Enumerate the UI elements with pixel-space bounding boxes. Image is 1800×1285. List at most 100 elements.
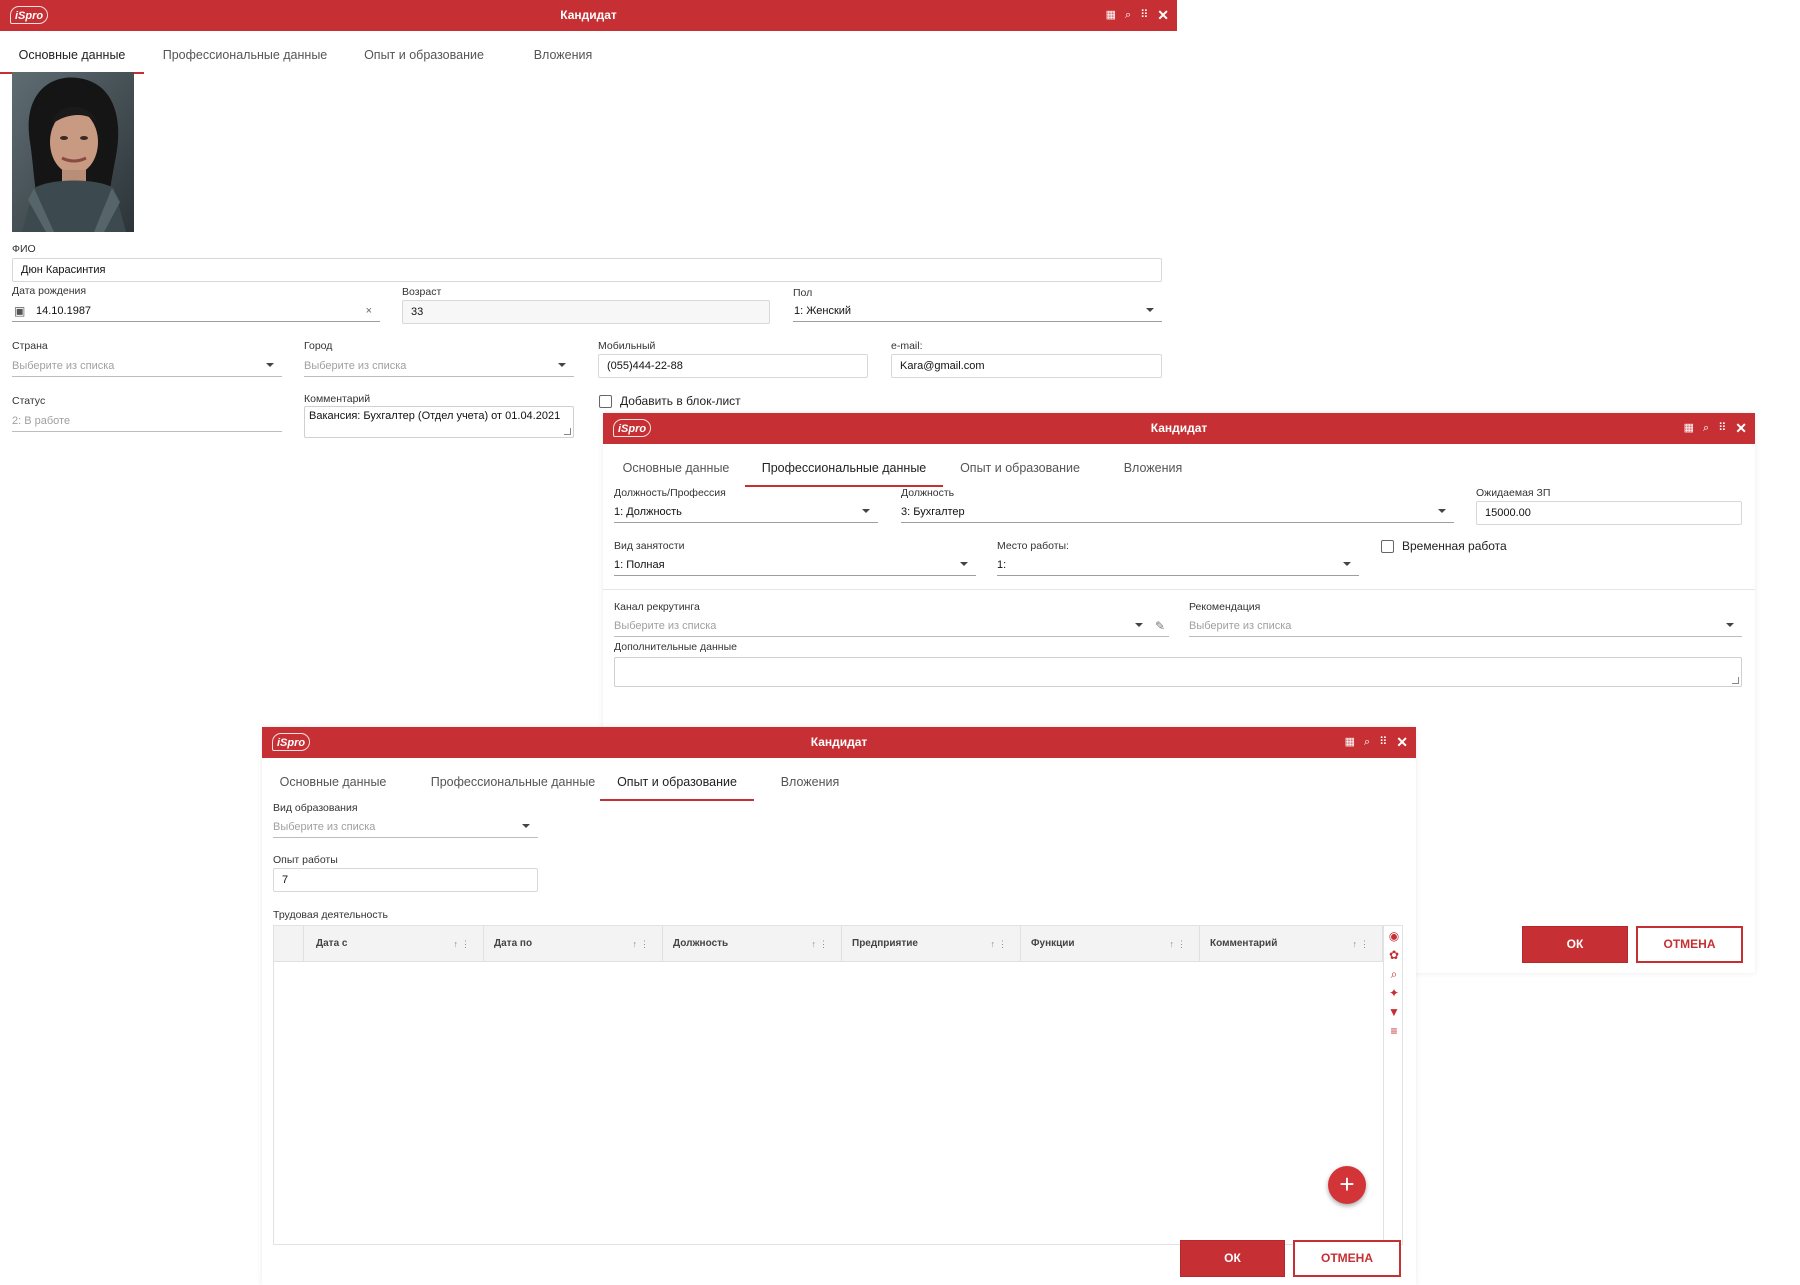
workplace-select[interactable]: 1: [997, 554, 1359, 576]
tab-basic[interactable]: Основные данные [0, 36, 144, 74]
salary-field[interactable]: 15000.00 [1476, 501, 1742, 525]
blocklist-checkbox[interactable] [599, 395, 612, 408]
filter-icon[interactable]: ▼ [1388, 1006, 1400, 1019]
grid-icon[interactable]: ▦ [1345, 737, 1355, 748]
tab-bar: Основные данные Профессиональные данные … [603, 449, 1755, 487]
city-select[interactable]: Выберите из списка [304, 355, 574, 377]
employment-select[interactable]: 1: Полная [614, 554, 976, 576]
tab-attachments[interactable]: Вложения [520, 36, 606, 74]
table-toolbar-divider [1383, 926, 1384, 1244]
temp-work-checkbox[interactable] [1381, 540, 1394, 553]
ok-button[interactable]: ОК [1180, 1240, 1285, 1277]
palette-icon[interactable]: ✿ [1389, 949, 1399, 962]
drag-handle-icon[interactable]: ⠿ [1718, 423, 1726, 434]
sort-icon[interactable]: ↑⋮ [1170, 926, 1190, 962]
tab-professional[interactable]: Профессиональные данные [156, 36, 334, 74]
tab-experience[interactable]: Опыт и образование [955, 449, 1085, 487]
tab-basic[interactable]: Основные данные [274, 763, 392, 801]
experience-field[interactable]: 7 [273, 868, 538, 892]
column-date-to[interactable]: Дата по ↑⋮ [484, 926, 663, 962]
resize-handle[interactable] [1732, 677, 1739, 684]
profession-select[interactable]: 1: Должность [614, 501, 878, 523]
column-company[interactable]: Предприятие ↑⋮ [842, 926, 1021, 962]
tab-professional[interactable]: Профессиональные данные [412, 763, 614, 801]
sort-icon[interactable]: ↑⋮ [991, 926, 1011, 962]
birth-date-field[interactable]: ▣ 14.10.1987 × [12, 300, 380, 322]
status-field: 2: В работе [12, 410, 282, 432]
tab-experience[interactable]: Опыт и образование [600, 763, 754, 801]
drag-handle-icon[interactable]: ⠿ [1140, 10, 1148, 21]
tab-attachments[interactable]: Вложения [770, 763, 850, 801]
chevron-down-icon [558, 363, 566, 367]
sort-icon[interactable]: ↑⋮ [812, 926, 832, 962]
sort-icon[interactable]: ↑⋮ [1353, 926, 1373, 962]
ok-button[interactable]: ОК [1522, 926, 1628, 963]
tab-professional[interactable]: Профессиональные данные [745, 449, 943, 487]
chevron-down-icon [1135, 623, 1143, 627]
extra-data-field[interactable] [614, 657, 1742, 687]
recommend-select[interactable]: Выберите из списка [1189, 615, 1742, 637]
tab-experience[interactable]: Опыт и образование [356, 36, 492, 74]
grid-icon[interactable]: ▦ [1684, 423, 1694, 434]
recommend-placeholder: Выберите из списка [1189, 620, 1292, 632]
tab-attachments[interactable]: Вложения [1113, 449, 1193, 487]
column-position[interactable]: Должность ↑⋮ [663, 926, 842, 962]
education-select[interactable]: Выберите из списка [273, 816, 538, 838]
titlebar: iSpro Кандидат ▦ ⌕ ⠿ ✕ [603, 413, 1755, 444]
sort-icon[interactable]: ↑⋮ [633, 926, 653, 962]
search-icon[interactable]: ⌕ [1391, 968, 1398, 981]
search-icon[interactable]: ⌕ [1703, 423, 1709, 434]
channel-select[interactable]: Выберите из списка ✎ [614, 615, 1169, 637]
recommend-label: Рекомендация [1189, 601, 1261, 613]
column-comment[interactable]: Комментарий ↑⋮ [1200, 926, 1383, 962]
close-icon[interactable]: ✕ [1396, 735, 1408, 749]
add-row-button[interactable]: + [1328, 1166, 1366, 1204]
comment-field[interactable]: Вакансия: Бухгалтер (Отдел учета) от 01.… [304, 406, 574, 438]
chevron-down-icon [522, 824, 530, 828]
search-icon[interactable]: ⌕ [1125, 10, 1131, 21]
column-functions[interactable]: Функции ↑⋮ [1021, 926, 1200, 962]
clear-icon[interactable]: × [366, 300, 372, 322]
workplace-value: 1: [997, 559, 1007, 571]
position-select[interactable]: 3: Бухгалтер [901, 501, 1454, 523]
comment-value: Вакансия: Бухгалтер (Отдел учета) от 01.… [309, 410, 561, 422]
column-date-from[interactable]: Дата с ↑⋮ [304, 926, 484, 962]
fio-field[interactable]: Дюн Карасинтия [12, 258, 1162, 282]
tab-basic[interactable]: Основные данные [615, 449, 737, 487]
mobile-field[interactable]: (055)444-22-88 [598, 354, 868, 378]
candidate-photo [12, 72, 134, 232]
work-history-table: Дата с ↑⋮ Дата по ↑⋮ Должность ↑⋮ Предпр… [273, 925, 1403, 1245]
country-select[interactable]: Выберите из списка [12, 355, 282, 377]
position-label: Должность [901, 487, 955, 499]
profession-value: 1: Должность [614, 506, 682, 518]
education-label: Вид образования [273, 802, 358, 814]
pin-icon[interactable]: ✦ [1389, 987, 1399, 1000]
edit-icon[interactable]: ✎ [1155, 615, 1165, 637]
close-icon[interactable]: ✕ [1735, 421, 1747, 435]
sort-lines-icon[interactable]: ≡ [1390, 1025, 1397, 1038]
column-label: Предприятие [852, 938, 918, 949]
country-placeholder: Выберите из списка [12, 360, 115, 372]
email-field[interactable]: Kara@gmail.com [891, 354, 1162, 378]
chevron-down-icon [266, 363, 274, 367]
candidate-window-experience: iSpro Кандидат ▦ ⌕ ⠿ ✕ Основные данные П… [262, 727, 1416, 1285]
gender-value: 1: Женский [794, 305, 852, 317]
search-icon[interactable]: ⌕ [1364, 737, 1370, 748]
window-title: Кандидат [810, 735, 868, 749]
cancel-button[interactable]: ОТМЕНА [1293, 1240, 1401, 1277]
titlebar: iSpro Кандидат ▦ ⌕ ⠿ ✕ [262, 727, 1416, 758]
gender-select[interactable]: 1: Женский [793, 300, 1162, 322]
cancel-button[interactable]: ОТМЕНА [1636, 926, 1743, 963]
workplace-label: Место работы: [997, 540, 1069, 552]
grid-icon[interactable]: ▦ [1106, 10, 1116, 21]
calendar-icon[interactable]: ▣ [14, 300, 25, 322]
close-icon[interactable]: ✕ [1157, 8, 1169, 22]
resize-handle[interactable] [564, 428, 571, 435]
sort-icon[interactable]: ↑⋮ [454, 926, 474, 962]
fio-label: ФИО [12, 243, 36, 255]
email-label: e-mail: [891, 340, 923, 352]
eye-icon[interactable]: ◉ [1389, 930, 1399, 943]
drag-handle-icon[interactable]: ⠿ [1379, 737, 1387, 748]
table-header: Дата с ↑⋮ Дата по ↑⋮ Должность ↑⋮ Предпр… [274, 926, 1383, 962]
titlebar: iSpro Кандидат ▦ ⌕ ⠿ ✕ [0, 0, 1177, 31]
